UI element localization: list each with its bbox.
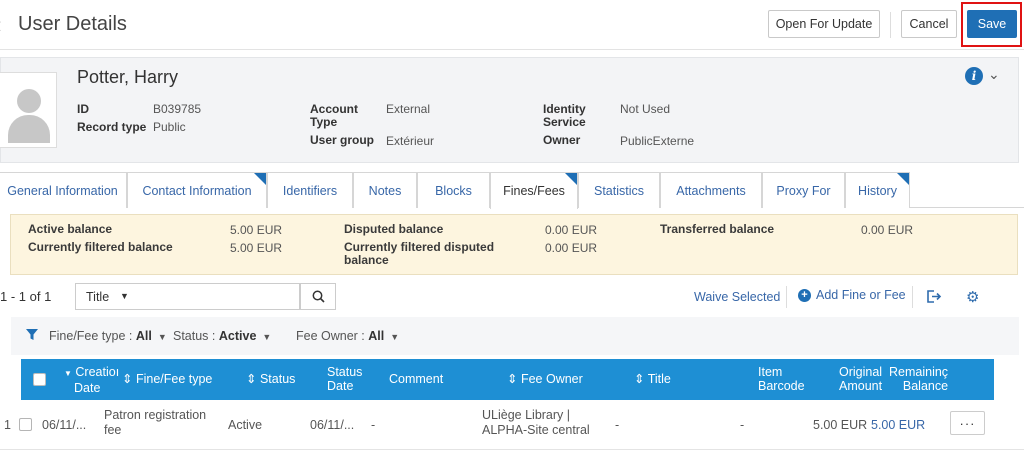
search-input[interactable]: [134, 283, 300, 310]
chevron-down-icon[interactable]: ⌄: [988, 66, 1000, 83]
flag-corner: [565, 173, 577, 185]
disputed-balance-label: Disputed balance: [344, 222, 444, 236]
id-value: B039785: [153, 102, 202, 116]
search-icon: [312, 290, 325, 303]
record-type-label: Record type: [77, 120, 147, 134]
tab-attachments[interactable]: Attachments: [660, 172, 762, 208]
info-icon[interactable]: i: [965, 67, 983, 85]
status-cell: Active: [228, 418, 263, 432]
user-group-label: User group: [310, 133, 375, 147]
owner-label: Owner: [543, 133, 581, 147]
search-button[interactable]: [300, 283, 336, 310]
divider: [786, 286, 787, 308]
status-date-cell: 06/11/...: [310, 418, 355, 432]
tab-statistics[interactable]: Statistics: [578, 172, 660, 208]
active-balance-label: Active balance: [28, 222, 113, 236]
table-header: ▼ Creatioı Date ⇕ Fine/Fee type ⇕ Status …: [21, 359, 994, 400]
account-type-label: Account Type: [310, 102, 358, 129]
search-field-select[interactable]: Title ▼: [75, 283, 135, 310]
flag-corner: [897, 173, 909, 185]
tab-contact-information[interactable]: Contact Information: [127, 172, 267, 208]
tab-proxy-for[interactable]: Proxy For: [762, 172, 845, 208]
disputed-balance-value: 0.00 EUR: [545, 223, 598, 237]
export-icon[interactable]: [926, 289, 942, 309]
col-status-date[interactable]: Status Date: [327, 365, 362, 393]
filter-bar: Fine/Fee type : All ▼ Status : Active ▼ Fe…: [11, 317, 1019, 355]
result-count: 1 - 1 of 1: [0, 289, 52, 304]
filtered-balance-label: Currently filtered balance: [28, 240, 173, 254]
col-remaining-balance[interactable]: Remaininç Balance: [889, 365, 948, 393]
col-item-barcode[interactable]: Item Barcode: [758, 365, 805, 393]
col-comment[interactable]: Comment: [389, 372, 443, 386]
user-summary-card: Potter, Harry ID B039785 Record type Pub…: [0, 57, 1019, 163]
record-type-value: Public: [153, 120, 186, 134]
comment-cell: -: [371, 418, 376, 432]
gear-icon[interactable]: ⚙: [966, 288, 979, 306]
item-barcode-cell: -: [740, 418, 745, 432]
original-amount-cell: 5.00 EUR: [813, 418, 868, 432]
active-balance-value: 5.00 EUR: [230, 223, 283, 237]
chevron-left-icon[interactable]: ‹: [0, 12, 1, 38]
filter-status[interactable]: Status : Active ▼: [173, 329, 271, 343]
user-group-value: Extérieur: [386, 134, 435, 148]
filter-fee-owner[interactable]: Fee Owner : All ▼: [296, 329, 399, 343]
avatar: [0, 72, 57, 148]
tab-notes[interactable]: Notes: [353, 172, 417, 208]
page-title: User Details: [18, 13, 127, 35]
col-title[interactable]: ⇕ Title: [634, 372, 671, 386]
tab-blocks[interactable]: Blocks: [417, 172, 490, 208]
col-original-amount[interactable]: Original Amount: [839, 365, 882, 393]
filter-icon: [26, 328, 38, 346]
divider: [912, 286, 913, 308]
add-fine-or-fee-button[interactable]: + Add Fine or Fee: [798, 288, 906, 302]
cancel-button[interactable]: Cancel: [901, 10, 957, 38]
tab-bar: General Information Contact Information …: [0, 172, 1024, 209]
col-status[interactable]: ⇕ Status: [246, 372, 295, 386]
caret-down-icon: ▼: [120, 291, 129, 301]
col-fee-owner[interactable]: ⇕ Fee Owner: [507, 372, 583, 386]
divider: [890, 12, 891, 38]
id-label: ID: [77, 102, 89, 116]
flag-corner: [254, 173, 266, 185]
filtered-disputed-label: Currently filtered disputed balance: [344, 240, 495, 267]
filtered-disputed-value: 0.00 EUR: [545, 241, 598, 255]
row-actions-button[interactable]: ···: [950, 411, 985, 435]
save-button[interactable]: Save: [967, 10, 1017, 38]
fine-fee-type-cell: Patron registration fee: [104, 408, 207, 437]
identity-service-value: Not Used: [620, 102, 671, 116]
row-checkbox[interactable]: [19, 418, 32, 431]
more-icon: ···: [959, 415, 976, 431]
owner-value: PublicExterne: [620, 134, 695, 148]
tab-general-information[interactable]: General Information: [0, 172, 127, 208]
transferred-balance-value: 0.00 EUR: [861, 223, 914, 237]
plus-circle-icon: +: [798, 288, 811, 302]
creation-date-cell: 06/11/...: [42, 418, 87, 432]
title-cell: -: [615, 418, 620, 432]
tab-fines-fees[interactable]: Fines/Fees: [490, 172, 578, 209]
user-name: Potter, Harry: [77, 67, 179, 87]
col-fine-fee-type[interactable]: ⇕ Fine/Fee type: [122, 372, 212, 386]
col-creation-date[interactable]: ▼ Creatioı Date: [64, 365, 119, 395]
row-number: 1: [4, 418, 11, 432]
fee-owner-cell: ULiège Library | ALPHA-Site central: [482, 408, 590, 437]
filter-fine-fee-type[interactable]: Fine/Fee type : All ▼: [49, 329, 167, 343]
table-row: 1 06/11/... Patron registration fee Activ…: [0, 400, 1024, 450]
transferred-balance-label: Transferred balance: [660, 222, 775, 236]
waive-selected-button[interactable]: Waive Selected: [694, 290, 780, 304]
remaining-balance-link[interactable]: 5.00 EUR: [871, 418, 925, 433]
identity-service-label: Identity Service: [543, 102, 586, 129]
select-all-checkbox[interactable]: [33, 373, 46, 386]
account-type-value: External: [386, 102, 431, 116]
tab-identifiers[interactable]: Identifiers: [267, 172, 353, 208]
filtered-balance-value: 5.00 EUR: [230, 241, 283, 255]
balance-summary: Active balance 5.00 EUR Currently filter…: [10, 214, 1018, 275]
tab-history[interactable]: History: [845, 172, 910, 208]
page-header: ‹ User Details Open For Update Cancel Sa…: [0, 0, 1024, 50]
open-for-update-button[interactable]: Open For Update: [768, 10, 880, 38]
